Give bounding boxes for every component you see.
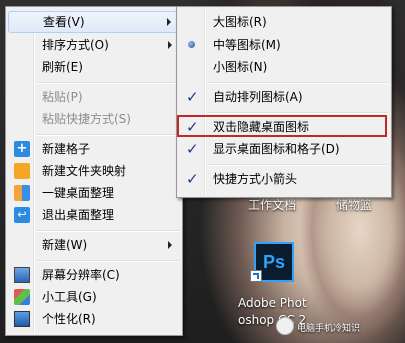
menu-item-new[interactable]: 新建(W)	[8, 234, 180, 256]
check-icon: ✓	[186, 140, 199, 158]
submenu-arrow-icon	[167, 18, 171, 26]
highlight-annotation-box	[177, 115, 387, 137]
menu-separator	[36, 134, 180, 136]
menu-item-label: 排序方式(O)	[42, 38, 109, 52]
context-menu: 查看(V) 排序方式(O) 刷新(E) 粘贴(P) 粘贴快捷方式(S) + 新建…	[5, 6, 183, 336]
menu-item-label: 刷新(E)	[42, 60, 83, 74]
submenu-item-auto-arrange[interactable]: ✓ 自动排列图标(A)	[179, 86, 389, 108]
menu-item-screen-resolution[interactable]: 屏幕分辨率(C)	[8, 264, 180, 286]
menu-item-label: 查看(V)	[43, 15, 85, 29]
menu-separator	[36, 230, 180, 232]
menu-separator	[207, 164, 389, 166]
menu-item-label: 个性化(R)	[42, 312, 96, 326]
submenu-arrow-icon	[168, 41, 172, 49]
submenu-arrow-icon	[168, 241, 172, 249]
submenu-item-label: 自动排列图标(A)	[213, 90, 303, 104]
menu-item-label: 新建格子	[42, 142, 91, 156]
screen-resolution-icon	[14, 267, 30, 283]
desktop-icon-label-photoshop-line2[interactable]: oshop CC 2	[238, 313, 306, 327]
check-icon: ✓	[186, 88, 199, 106]
check-icon: ✓	[186, 170, 199, 188]
submenu-item-label: 中等图标(M)	[213, 38, 281, 52]
gadgets-icon	[14, 289, 30, 305]
menu-item-new-folder-mapping[interactable]: 新建文件夹映射	[8, 160, 180, 182]
add-grid-icon: +	[14, 141, 30, 157]
menu-item-one-click-organize[interactable]: 一键桌面整理	[8, 182, 180, 204]
submenu-item-label: 快捷方式小箭头	[213, 172, 298, 186]
menu-item-label: 小工具(G)	[42, 290, 97, 304]
watermark-logo-icon	[276, 317, 294, 335]
menu-item-sort-by[interactable]: 排序方式(O)	[8, 34, 180, 56]
folder-mapping-icon	[14, 163, 30, 179]
menu-item-personalize[interactable]: 个性化(R)	[8, 308, 180, 330]
menu-item-paste: 粘贴(P)	[8, 86, 180, 108]
menu-item-label: 粘贴(P)	[42, 90, 83, 104]
submenu-item-label: 显示桌面图标和格子(D)	[213, 142, 340, 156]
submenu-item-shortcut-arrow[interactable]: ✓ 快捷方式小箭头	[179, 168, 389, 190]
menu-item-label: 一键桌面整理	[42, 186, 115, 200]
menu-item-label: 屏幕分辨率(C)	[42, 268, 120, 282]
menu-item-view[interactable]: 查看(V)	[8, 11, 180, 33]
menu-item-paste-shortcut: 粘贴快捷方式(S)	[8, 108, 180, 130]
menu-item-label: 新建(W)	[42, 238, 88, 252]
menu-separator	[36, 260, 180, 262]
radio-selected-icon	[188, 41, 195, 48]
menu-separator	[207, 82, 389, 84]
menu-separator	[207, 112, 389, 114]
desktop-icon-label-storage-basket[interactable]: 储物篮	[336, 196, 372, 213]
submenu-item-label: 大图标(R)	[213, 15, 267, 29]
menu-separator	[36, 82, 180, 84]
submenu-item-show-icons-and-grids[interactable]: ✓ 显示桌面图标和格子(D)	[179, 138, 389, 160]
desktop-icon-label-work-docs[interactable]: 工作文档	[248, 196, 296, 213]
menu-item-refresh[interactable]: 刷新(E)	[8, 56, 180, 78]
menu-item-label: 粘贴快捷方式(S)	[42, 112, 131, 126]
personalize-icon	[14, 311, 30, 327]
menu-item-new-grid[interactable]: + 新建格子	[8, 138, 180, 160]
menu-item-label: 退出桌面整理	[42, 208, 115, 222]
submenu-item-small-icons[interactable]: 小图标(N)	[179, 56, 389, 78]
menu-item-label: 新建文件夹映射	[42, 164, 127, 178]
exit-organize-icon: ↩	[14, 207, 30, 223]
organize-desktop-icon	[14, 185, 30, 201]
submenu-item-large-icons[interactable]: 大图标(R)	[179, 11, 389, 33]
shortcut-arrow-icon	[250, 270, 262, 282]
watermark-text: 电脑手机冷知识	[297, 324, 361, 334]
desktop-icon-label-photoshop-line1[interactable]: Adobe Phot	[238, 296, 307, 310]
view-submenu: 大图标(R) 中等图标(M) 小图标(N) ✓ 自动排列图标(A) ✓ 双击隐藏…	[176, 6, 392, 198]
submenu-item-label: 小图标(N)	[213, 60, 268, 74]
submenu-item-medium-icons[interactable]: 中等图标(M)	[179, 34, 389, 56]
menu-item-exit-organize[interactable]: ↩ 退出桌面整理	[8, 204, 180, 226]
menu-item-gadgets[interactable]: 小工具(G)	[8, 286, 180, 308]
